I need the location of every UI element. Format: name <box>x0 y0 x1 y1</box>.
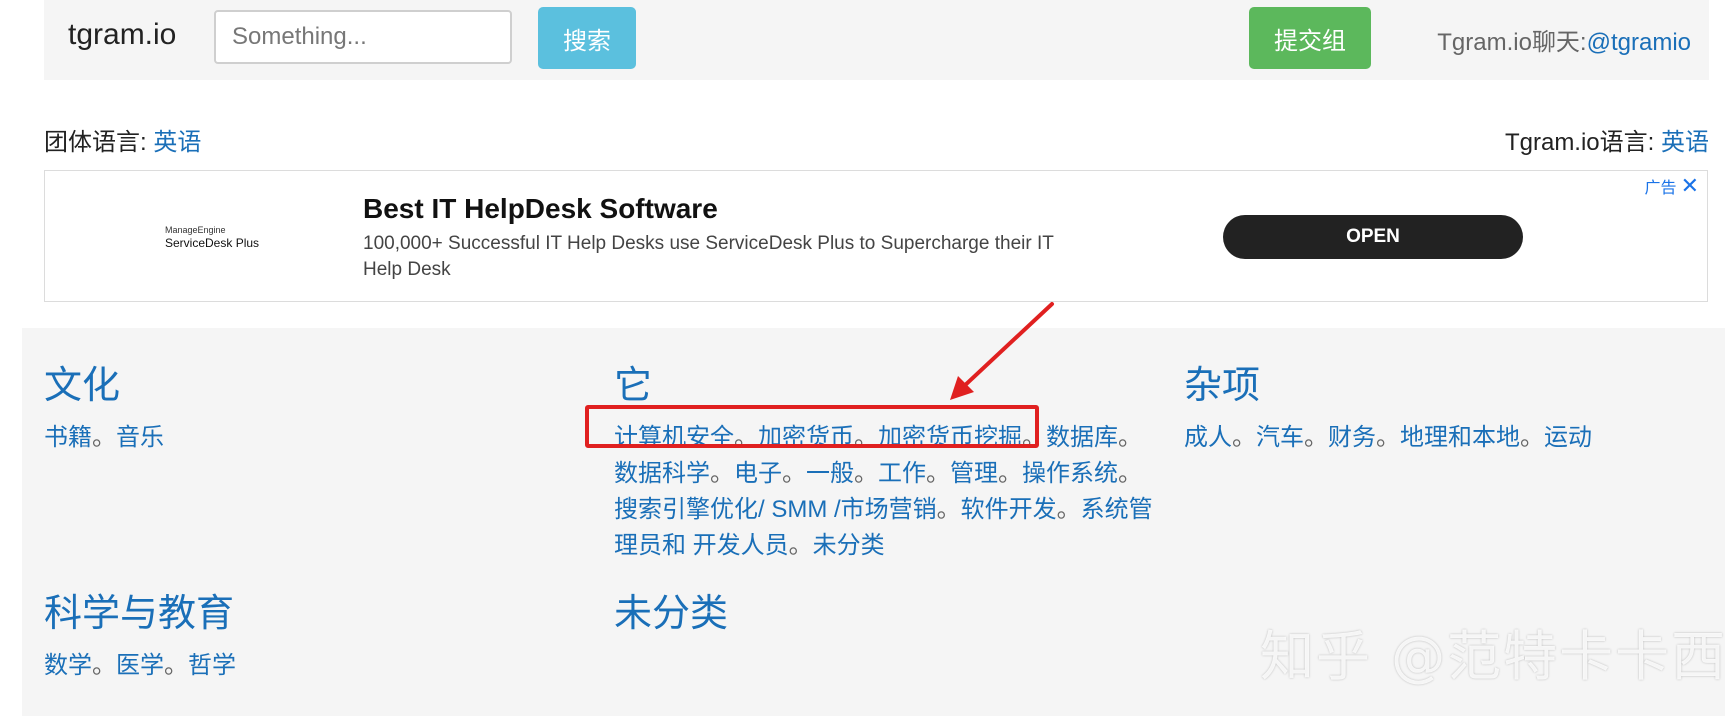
link-separator: 。 <box>936 496 961 523</box>
site-brand[interactable]: tgram.io <box>68 18 176 52</box>
chat-label: Tgram.io聊天: <box>1437 29 1587 56</box>
ad-description: 100,000+ Successful IT Help Desks use Se… <box>363 233 1054 280</box>
group-language: 团体语言: 英语 <box>44 122 201 157</box>
link-separator: 。 <box>788 532 813 559</box>
site-language: Tgram.io语言: 英语 <box>1505 122 1709 157</box>
link-separator: 。 <box>1118 424 1142 451</box>
link-separator: 。 <box>1376 424 1400 451</box>
ad-logo-small: ManageEngine <box>165 225 226 235</box>
category-link[interactable]: 成人 <box>1184 424 1232 451</box>
top-navbar: tgram.io 搜索 提交组 Tgram.io聊天:@tgramio <box>44 0 1709 80</box>
category-link[interactable]: 医学 <box>116 652 164 679</box>
category-link[interactable]: 管理 <box>950 460 998 487</box>
link-separator: 。 <box>1118 460 1142 487</box>
category-link[interactable]: 一般 <box>806 460 854 487</box>
category-link[interactable]: 工作 <box>878 460 926 487</box>
ad-logo: ManageEngine ServiceDesk Plus <box>165 225 275 251</box>
close-icon[interactable]: ✕ <box>1681 173 1699 198</box>
chat-info: Tgram.io聊天:@tgramio <box>1437 22 1691 57</box>
search-input[interactable] <box>214 10 512 64</box>
category-title[interactable]: 杂项 <box>1184 362 1724 410</box>
category-link[interactable]: 财务 <box>1328 424 1376 451</box>
category-link[interactable]: 电子 <box>734 460 782 487</box>
category-title[interactable]: 科学与教育 <box>44 590 584 638</box>
ad-logo-big: ServiceDesk Plus <box>165 236 260 250</box>
ad-badge[interactable]: 广告 ✕ <box>1645 173 1699 199</box>
link-separator: 。 <box>92 652 116 679</box>
link-separator: 。 <box>1520 424 1544 451</box>
category-uncategorized: 未分类 <box>614 590 1154 638</box>
category-science-education: 科学与教育 数学。医学。哲学 <box>44 590 584 684</box>
site-language-label: Tgram.io语言: <box>1504 129 1655 156</box>
ad-title[interactable]: Best IT HelpDesk Software <box>363 193 718 225</box>
link-separator: 。 <box>854 460 878 487</box>
search-button[interactable]: 搜索 <box>538 7 636 69</box>
ad-badge-label: 广告 <box>1644 180 1677 197</box>
category-misc: 杂项 成人。汽车。财务。地理和本地。运动 <box>1184 362 1724 456</box>
annotation-arrow-icon <box>950 302 1054 400</box>
submit-group-button[interactable]: 提交组 <box>1249 7 1371 69</box>
group-language-value[interactable]: 英语 <box>153 129 201 156</box>
watermark: 知乎 @范特卡卡西 <box>1260 625 1725 688</box>
link-separator: 。 <box>92 424 116 451</box>
category-link[interactable]: 操作系统 <box>1022 460 1118 487</box>
category-link[interactable]: 数据库 <box>1046 424 1118 451</box>
category-link[interactable]: 哲学 <box>188 652 236 679</box>
category-links: 书籍。音乐 <box>44 420 584 456</box>
group-language-label: 团体语言: <box>44 129 147 156</box>
category-title[interactable]: 文化 <box>44 362 584 410</box>
link-separator: 。 <box>998 460 1022 487</box>
link-separator: 。 <box>926 460 950 487</box>
category-links: 数学。医学。哲学 <box>44 648 584 684</box>
category-link[interactable]: 书籍 <box>44 424 92 451</box>
link-separator: 。 <box>710 460 734 487</box>
category-link[interactable]: 地理和本地 <box>1400 424 1520 451</box>
category-link[interactable]: 搜索引擎优化/ SMM /市场营销 <box>614 496 937 523</box>
category-link[interactable]: 软件开发 <box>961 496 1057 523</box>
category-link[interactable]: 汽车 <box>1256 424 1304 451</box>
category-title[interactable]: 它 <box>614 362 1154 410</box>
link-separator: 。 <box>1304 424 1328 451</box>
category-culture: 文化 书籍。音乐 <box>44 362 584 456</box>
ad-open-button[interactable]: OPEN <box>1223 215 1523 259</box>
annotation-highlight-box <box>585 405 1039 448</box>
chat-link[interactable]: @tgramio <box>1587 29 1691 56</box>
category-links: 成人。汽车。财务。地理和本地。运动 <box>1184 420 1724 456</box>
category-link[interactable]: 未分类 <box>813 532 885 559</box>
link-separator: 。 <box>1232 424 1256 451</box>
ad-banner[interactable]: ManageEngine ServiceDesk Plus Best IT He… <box>44 170 1708 302</box>
category-link[interactable]: 数据科学 <box>614 460 710 487</box>
category-link[interactable]: 数学 <box>44 652 92 679</box>
category-link[interactable]: 音乐 <box>116 424 164 451</box>
site-language-value[interactable]: 英语 <box>1661 129 1709 156</box>
link-separator: 。 <box>164 652 188 679</box>
category-title[interactable]: 未分类 <box>614 590 1154 638</box>
category-link[interactable]: 运动 <box>1544 424 1592 451</box>
link-separator: 。 <box>782 460 806 487</box>
link-separator: 。 <box>1056 496 1081 523</box>
category-it: 它 计算机安全。加密货币。加密货币挖掘。数据库。数据科学。电子。一般。工作。管理… <box>614 362 1154 564</box>
